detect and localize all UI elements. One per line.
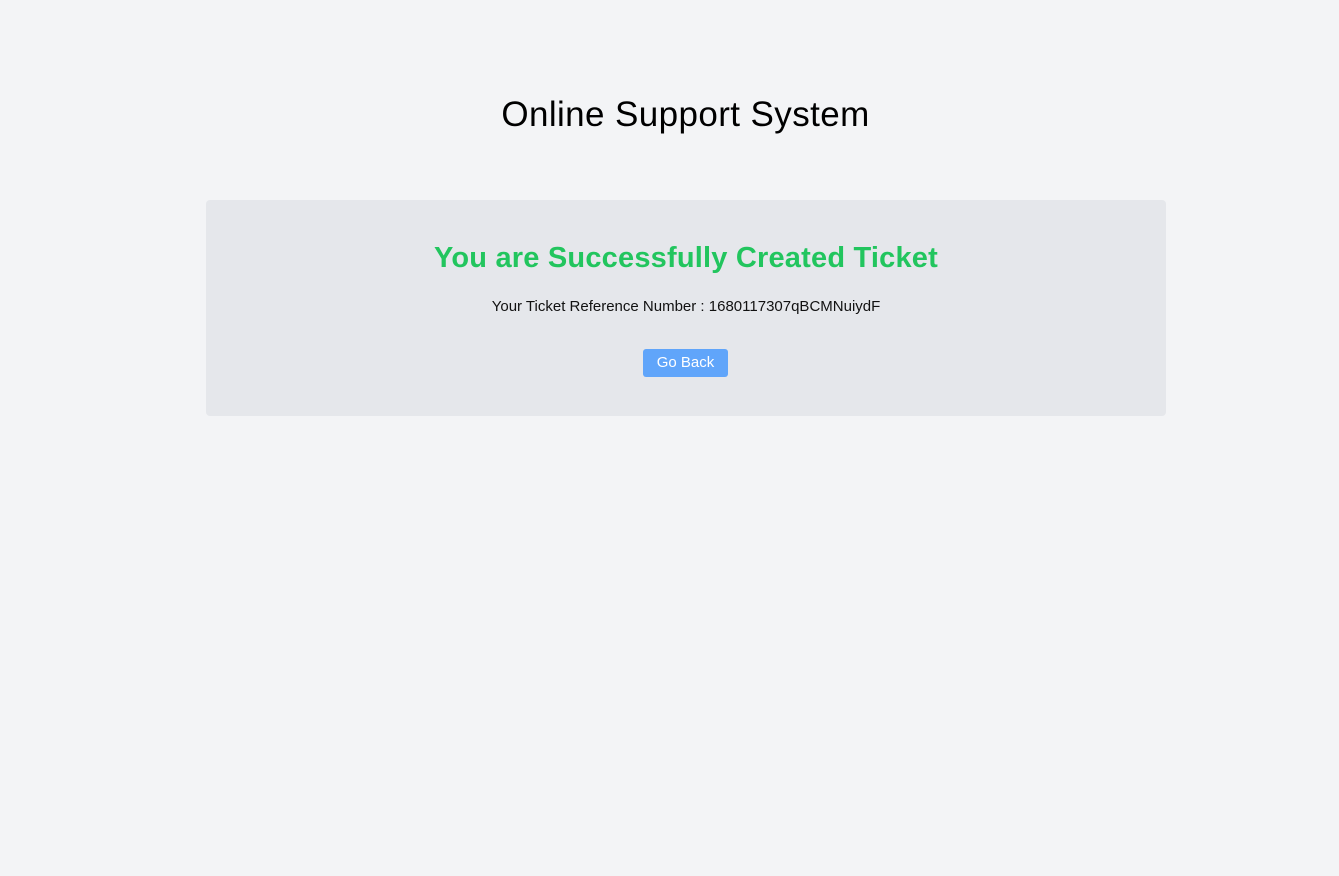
ticket-reference-number: 1680117307qBCMNuiydF — [708, 298, 881, 315]
ticket-reference-line: Your Ticket Reference Number : 168011730… — [206, 297, 1166, 317]
page-title: Online Support System — [501, 95, 870, 134]
success-heading: You are Successfully Created Ticket — [434, 242, 938, 274]
ticket-reference-separator: : — [696, 298, 709, 315]
ticket-confirmation-card: You are Successfully Created Ticket Your… — [206, 200, 1166, 416]
page: Online Support System You are Successful… — [0, 0, 1339, 876]
go-back-button[interactable]: Go Back — [643, 349, 728, 377]
ticket-reference-label: Your Ticket Reference Number — [491, 298, 697, 315]
